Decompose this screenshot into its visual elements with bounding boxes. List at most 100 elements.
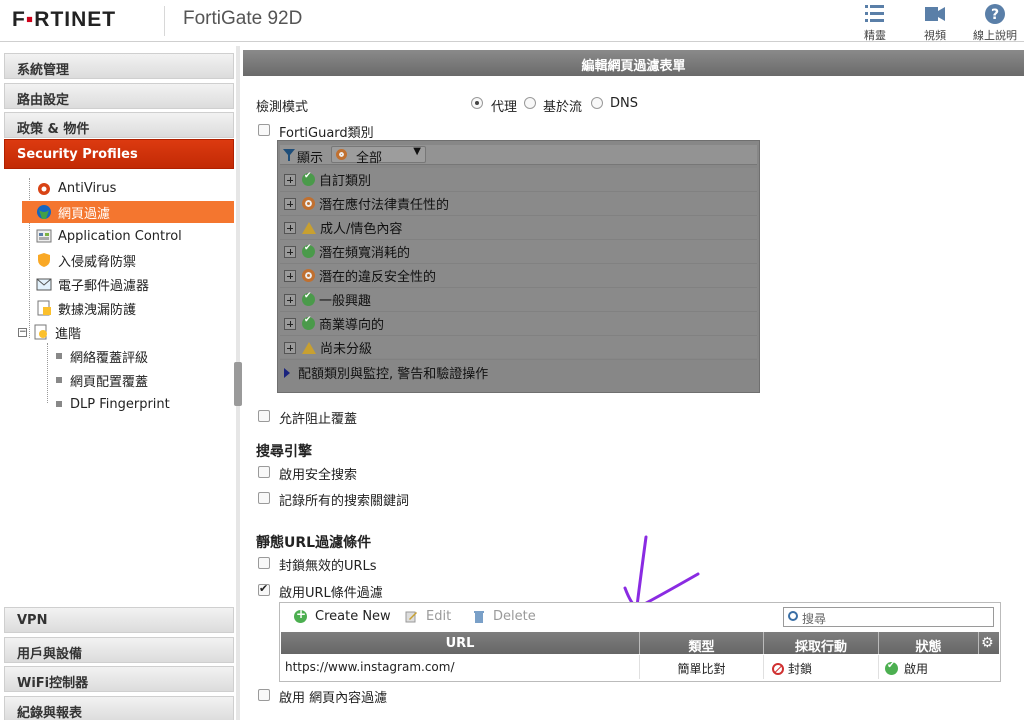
nav-subitem-profile-override[interactable]: 網頁配置覆蓋 (22, 369, 234, 391)
search-engine-heading: 搜尋引擎 (256, 444, 312, 460)
nav-item-dlp[interactable]: 數據洩漏防護 (22, 297, 234, 319)
nav-subitem-label: 網絡覆蓋評級 (70, 350, 149, 366)
allow-icon (302, 243, 315, 258)
url-cell: https://www.instagram.com/ (285, 655, 640, 679)
monitor-icon (302, 197, 315, 210)
help-button[interactable]: ? 線上說明 (970, 2, 1020, 43)
column-header-status[interactable]: 狀態 (879, 632, 979, 655)
nav-item-web-filter[interactable]: 網頁過濾 (22, 201, 234, 223)
status-label: 啟用 (904, 662, 929, 676)
page-title: 編輯網頁過濾表單 (243, 50, 1024, 76)
nav-item-email-filter[interactable]: 電子郵件過濾器 (22, 273, 234, 295)
bullet-icon (56, 401, 62, 407)
nav-item-ips[interactable]: 入侵威脅防禦 (22, 249, 234, 271)
column-header-url[interactable]: URL (281, 632, 640, 654)
expand-icon[interactable] (284, 197, 296, 210)
expand-icon[interactable] (284, 293, 296, 306)
nav-subitem-dlp-fingerprint[interactable]: DLP Fingerprint (22, 393, 234, 415)
inspection-mode-label: 檢測模式 (256, 100, 309, 115)
expand-icon[interactable] (284, 221, 296, 234)
column-header-action[interactable]: 採取行動 (764, 632, 879, 655)
category-row[interactable]: 潛在頻寬消耗的 (280, 240, 757, 264)
action-label: 封鎖 (788, 662, 813, 676)
category-row[interactable]: 尚未分級 (280, 336, 757, 360)
allow-override-checkbox[interactable] (258, 410, 270, 422)
collapse-handle[interactable] (234, 362, 242, 406)
header-divider (164, 6, 165, 36)
block-invalid-urls-label: 封鎖無效的URLs (279, 559, 377, 574)
safe-search-checkbox[interactable] (258, 466, 270, 478)
nav-section-router[interactable]: 路由設定 (4, 83, 234, 109)
category-row[interactable]: 成人/情色內容 (280, 216, 757, 240)
expand-icon[interactable] (284, 173, 296, 186)
category-list: 自訂類別 潛在應付法律責任性的 成人/情色內容 潛在頻寬消耗的 潛在的違反安全性… (280, 168, 757, 360)
safe-search-label: 啟用安全搜索 (279, 468, 358, 483)
nav-subitem-rating-override[interactable]: 網絡覆蓋評級 (22, 345, 234, 367)
monitor-icon (302, 269, 315, 282)
quota-toggle[interactable]: 配額類別與監控, 警告和驗證操作 (284, 363, 488, 382)
collapse-icon[interactable]: − (18, 327, 27, 337)
nav-section-log-report[interactable]: 紀錄與報表 (4, 696, 234, 720)
nav-section-wifi[interactable]: WiFi控制器 (4, 666, 234, 692)
url-filter-checkbox[interactable] (258, 582, 270, 596)
delete-button[interactable]: Delete (473, 609, 536, 624)
enabled-icon (885, 660, 898, 675)
advanced-icon (34, 324, 47, 340)
allow-override-label: 允許阻止覆蓋 (279, 412, 358, 427)
expand-icon[interactable] (284, 317, 296, 330)
fortiguard-checkbox[interactable] (258, 124, 270, 136)
bullet-icon (56, 377, 62, 383)
nav-item-advanced[interactable]: − 進階 (14, 321, 226, 343)
url-search-input[interactable]: 搜尋 (783, 607, 994, 627)
category-row[interactable]: 潛在應付法律責任性的 (280, 192, 757, 216)
table-row[interactable]: https://www.instagram.com/ 簡單比對 封鎖 啟用 (281, 655, 999, 679)
expand-icon[interactable] (284, 269, 296, 282)
edit-icon (405, 611, 417, 623)
left-navigation: 系統管理 路由設定 政策 & 物件 Security Profiles Anti… (0, 46, 238, 720)
video-button[interactable]: 視頻 (910, 2, 960, 43)
edit-label: Edit (426, 609, 452, 624)
dlp-icon (37, 300, 51, 316)
allow-icon (302, 291, 315, 306)
expand-icon[interactable] (284, 245, 296, 258)
search-icon (788, 611, 798, 621)
wizard-label: 精靈 (864, 29, 886, 42)
category-row[interactable]: 自訂類別 (280, 168, 757, 192)
url-table-toolbar: Create New Edit Delete 搜尋 (280, 603, 1000, 631)
category-row[interactable]: 潛在的違反安全性的 (280, 264, 757, 288)
category-row[interactable]: 商業導向的 (280, 312, 757, 336)
block-icon (772, 663, 784, 675)
gear-icon[interactable]: ⚙ (981, 635, 997, 651)
category-label: 商業導向的 (319, 318, 385, 333)
nav-section-system[interactable]: 系統管理 (4, 53, 234, 79)
content-filter-checkbox[interactable] (258, 689, 270, 701)
block-invalid-urls-checkbox[interactable] (258, 557, 270, 569)
nav-item-label: 入侵威脅防禦 (58, 254, 137, 270)
category-row[interactable]: 一般興趣 (280, 288, 757, 312)
nav-item-application-control[interactable]: Application Control (22, 225, 234, 247)
type-cell: 簡單比對 (640, 655, 764, 679)
ips-shield-icon (38, 253, 50, 267)
mode-proxy-radio[interactable] (471, 97, 483, 109)
mode-dns-radio[interactable] (591, 97, 603, 109)
nav-section-policy[interactable]: 政策 & 物件 (4, 112, 234, 138)
wizard-button[interactable]: 精靈 (850, 2, 900, 43)
nav-item-antivirus[interactable]: AntiVirus (22, 177, 234, 199)
nav-section-user-device[interactable]: 用戶與設備 (4, 637, 234, 663)
nav-subitem-label: 網頁配置覆蓋 (70, 374, 149, 390)
nav-section-security-profiles[interactable]: Security Profiles (4, 139, 234, 169)
category-filter-dropdown[interactable]: 全部 ▼ (331, 146, 426, 166)
help-icon: ? (985, 4, 1005, 24)
nav-subitem-label: DLP Fingerprint (70, 396, 170, 412)
column-header-type[interactable]: 類型 (640, 632, 764, 655)
wizard-icon (865, 5, 884, 22)
expand-icon[interactable] (284, 341, 296, 354)
create-new-button[interactable]: Create New (294, 607, 391, 624)
nav-section-vpn[interactable]: VPN (4, 607, 234, 633)
log-keywords-checkbox[interactable] (258, 492, 270, 504)
edit-button[interactable]: Edit (405, 609, 451, 624)
mode-flow-radio[interactable] (524, 97, 536, 109)
quota-label: 配額類別與監控, 警告和驗證操作 (298, 367, 489, 382)
web-filter-icon (37, 205, 51, 219)
monitor-icon (336, 149, 347, 160)
